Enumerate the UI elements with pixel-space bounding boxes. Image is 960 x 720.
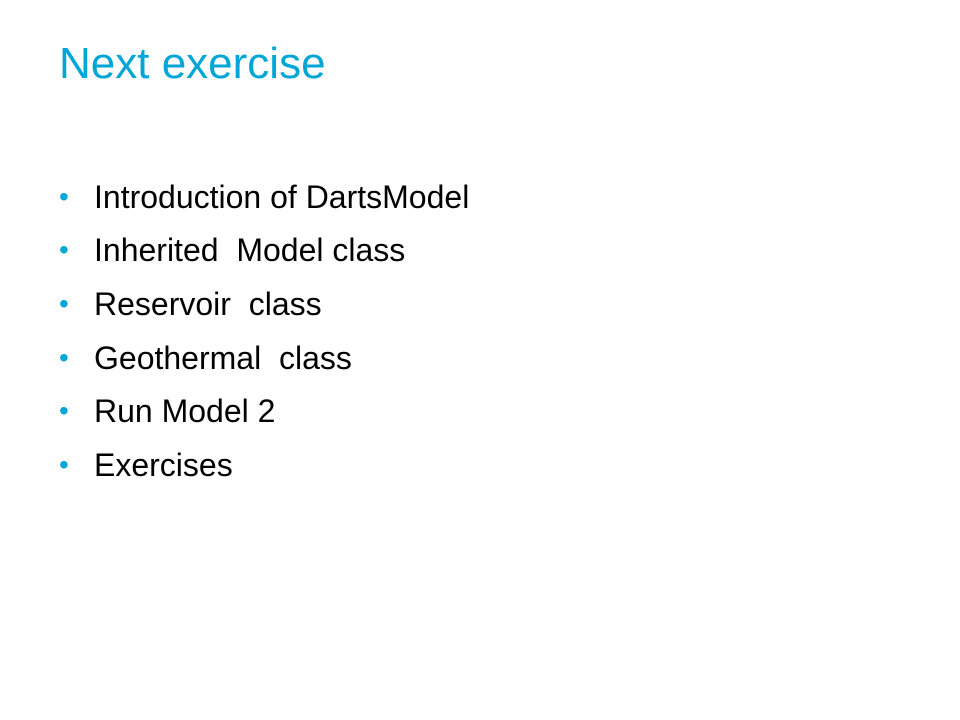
bullet-icon: •: [59, 341, 69, 373]
bullet-icon: •: [59, 287, 69, 319]
bullet-text: Run Model 2: [94, 393, 276, 430]
bullet-icon: •: [59, 180, 69, 212]
bullet-text: Introduction of DartsModel: [94, 178, 470, 215]
bullet-list: • Introduction of DartsModel • Inherited…: [59, 170, 469, 492]
list-item: • Run Model 2: [59, 384, 469, 438]
list-item: • Reservoir class: [59, 277, 469, 331]
bullet-text: Inherited Model class: [94, 232, 406, 269]
bullet-text: Reservoir class: [94, 285, 322, 322]
bullet-icon: •: [59, 448, 69, 480]
bullet-text: Exercises: [94, 446, 233, 483]
bullet-icon: •: [59, 234, 69, 266]
list-item: • Inherited Model class: [59, 224, 469, 278]
list-item: • Introduction of DartsModel: [59, 170, 469, 224]
list-item: • Geothermal class: [59, 331, 469, 385]
bullet-text: Geothermal class: [94, 339, 352, 376]
slide-title: Next exercise: [59, 39, 326, 88]
list-item: • Exercises: [59, 438, 469, 492]
bullet-icon: •: [59, 395, 69, 427]
slide: Next exercise • Introduction of DartsMod…: [0, 0, 960, 720]
